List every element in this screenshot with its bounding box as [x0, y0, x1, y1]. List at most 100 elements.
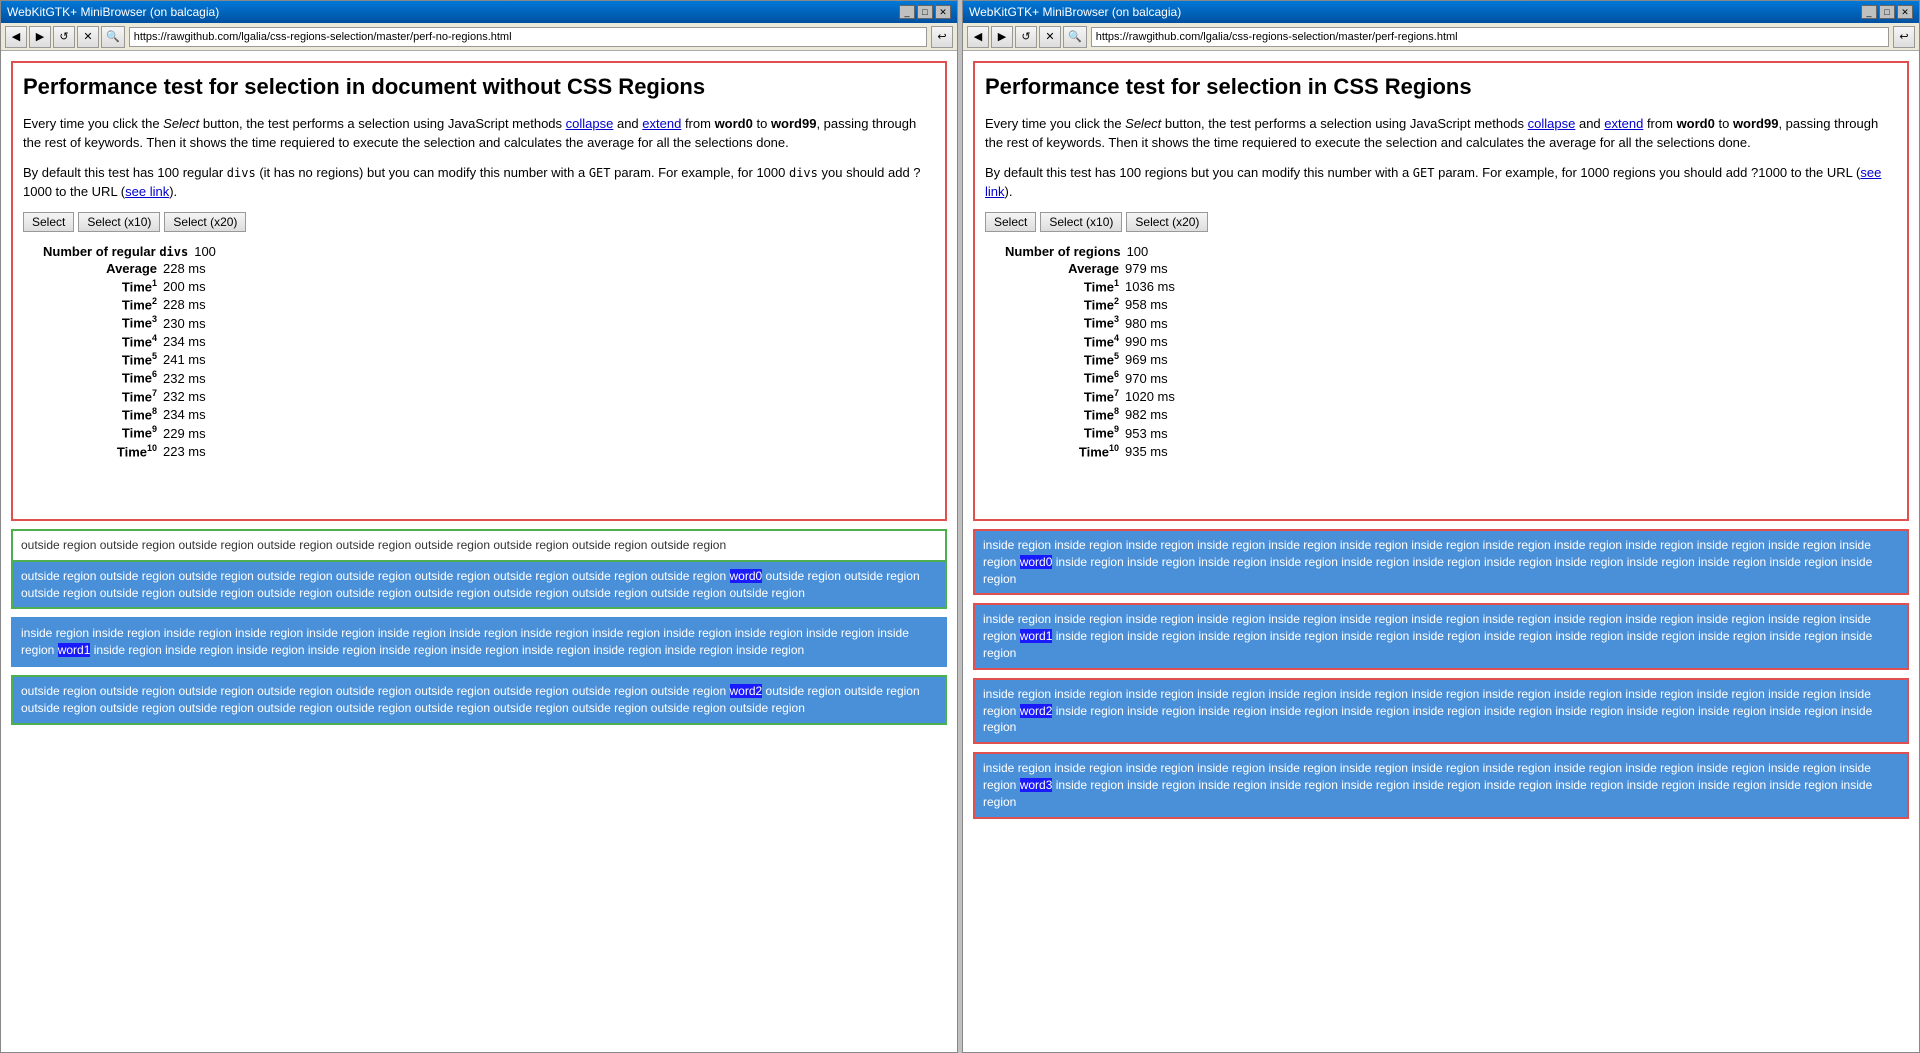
page-title-left: Performance test for selection in docume… [23, 73, 935, 102]
maximize-btn-right[interactable]: □ [1879, 5, 1895, 19]
time10-row-right: Time10 935 ms [1005, 443, 1897, 459]
average-value-left: 228 ms [163, 261, 206, 276]
select20-btn-right[interactable]: Select (x20) [1126, 212, 1208, 232]
select10-btn-right[interactable]: Select (x10) [1040, 212, 1122, 232]
region-0-right: inside region inside region inside regio… [973, 529, 1909, 595]
time8-value-right: 982 ms [1125, 407, 1168, 422]
page-desc2-right: By default this test has 100 regions but… [985, 163, 1897, 202]
time5-label-left: Time5 [43, 351, 163, 367]
page-outer-right: Performance test for selection in CSS Re… [973, 61, 1909, 521]
number-label-left: Number of regular divs [43, 244, 194, 259]
time6-label-right: Time6 [1005, 369, 1125, 385]
time9-label-right: Time9 [1005, 424, 1125, 440]
select-btn-right[interactable]: Select [985, 212, 1036, 232]
time3-value-right: 980 ms [1125, 316, 1168, 331]
stop-btn-right[interactable]: ✕ [1039, 26, 1061, 48]
reload-btn-left[interactable]: ↺ [53, 26, 75, 48]
time9-value-right: 953 ms [1125, 426, 1168, 441]
time7-row-left: Time7 232 ms [43, 388, 935, 404]
get-code-left: GET [589, 166, 611, 180]
number-value-left: 100 [194, 244, 216, 259]
region-3-right: inside region inside region inside regio… [973, 752, 1909, 818]
title-bar-left: WebKitGTK+ MiniBrowser (on balcagia) _ □… [1, 1, 957, 23]
region-2-right: inside region inside region inside regio… [973, 678, 1909, 744]
time4-value-left: 234 ms [163, 334, 206, 349]
address-bar-left[interactable] [129, 27, 927, 47]
back-btn-right[interactable]: ◀ [967, 26, 989, 48]
select-btn-left[interactable]: Select [23, 212, 74, 232]
time7-label-right: Time7 [1005, 388, 1125, 404]
select10-btn-left[interactable]: Select (x10) [78, 212, 160, 232]
maximize-btn-left[interactable]: □ [917, 5, 933, 19]
time4-label-left: Time4 [43, 333, 163, 349]
time1-value-left: 200 ms [163, 279, 206, 294]
search-btn-left[interactable]: 🔍 [101, 26, 125, 48]
page-desc1-right: Every time you click the Select button, … [985, 114, 1897, 153]
title-bar-right: WebKitGTK+ MiniBrowser (on balcagia) _ □… [963, 1, 1919, 23]
url-input-right[interactable] [1096, 31, 1884, 43]
collapse-link-right[interactable]: collapse [1528, 116, 1576, 131]
time2-row-right: Time2 958 ms [1005, 296, 1897, 312]
average-row-left: Average 228 ms [43, 261, 935, 276]
browser-content-left: Performance test for selection in docume… [1, 51, 957, 1052]
time1-label-left: Time1 [43, 278, 163, 294]
go-btn-right[interactable]: ↩ [1893, 26, 1915, 48]
time3-row-right: Time3 980 ms [1005, 314, 1897, 330]
stats-left: Number of regular divs 100 Average 228 m… [43, 244, 935, 459]
forward-btn-right[interactable]: ▶ [991, 26, 1013, 48]
word0-right: word0 [1677, 116, 1715, 131]
go-btn-left[interactable]: ↩ [931, 26, 953, 48]
collapse-link-left[interactable]: collapse [566, 116, 614, 131]
buttons-row-left: Select Select (x10) Select (x20) [23, 212, 935, 232]
forward-btn-left[interactable]: ▶ [29, 26, 51, 48]
time3-label-left: Time3 [43, 314, 163, 330]
time1-row-right: Time1 1036 ms [1005, 278, 1897, 294]
time2-label-right: Time2 [1005, 296, 1125, 312]
region-1-right: inside region inside region inside regio… [973, 603, 1909, 669]
time10-row-left: Time10 223 ms [43, 443, 935, 459]
see-link-left[interactable]: see link [125, 184, 169, 199]
time8-value-left: 234 ms [163, 407, 206, 422]
browser-window-left: WebKitGTK+ MiniBrowser (on balcagia) _ □… [0, 0, 958, 1053]
toolbar-left: ◀ ▶ ↺ ✕ 🔍 ↩ [1, 23, 957, 51]
time6-row-left: Time6 232 ms [43, 369, 935, 385]
word0-highlight-right: word0 [1020, 555, 1053, 569]
time9-row-right: Time9 953 ms [1005, 424, 1897, 440]
select20-btn-left[interactable]: Select (x20) [164, 212, 246, 232]
extend-link-right[interactable]: extend [1604, 116, 1643, 131]
page-desc1-left: Every time you click the Select button, … [23, 114, 935, 153]
time7-value-right: 1020 ms [1125, 389, 1175, 404]
close-btn-right[interactable]: ✕ [1897, 5, 1913, 19]
address-bar-right[interactable] [1091, 27, 1889, 47]
minimize-btn-right[interactable]: _ [1861, 5, 1877, 19]
divs2-code-left: divs [789, 166, 818, 180]
search-btn-right[interactable]: 🔍 [1063, 26, 1087, 48]
word0-left: word0 [715, 116, 753, 131]
window-controls-right: _ □ ✕ [1861, 5, 1913, 19]
time8-label-left: Time8 [43, 406, 163, 422]
word3-highlight-right: word3 [1020, 778, 1053, 792]
browser-window-right: WebKitGTK+ MiniBrowser (on balcagia) _ □… [962, 0, 1920, 1053]
buttons-row-right: Select Select (x10) Select (x20) [985, 212, 1897, 232]
time9-row-left: Time9 229 ms [43, 424, 935, 440]
stats-right: Number of regions 100 Average 979 ms Tim… [1005, 244, 1897, 459]
average-label-right: Average [1005, 261, 1125, 276]
time8-row-right: Time8 982 ms [1005, 406, 1897, 422]
minimize-btn-left[interactable]: _ [899, 5, 915, 19]
word1-highlight-right: word1 [1020, 629, 1053, 643]
back-btn-left[interactable]: ◀ [5, 26, 27, 48]
reload-btn-right[interactable]: ↺ [1015, 26, 1037, 48]
window-controls-left: _ □ ✕ [899, 5, 951, 19]
close-btn-left[interactable]: ✕ [935, 5, 951, 19]
time6-value-right: 970 ms [1125, 371, 1168, 386]
extend-link-left[interactable]: extend [642, 116, 681, 131]
title-left: WebKitGTK+ MiniBrowser (on balcagia) [7, 5, 219, 19]
word99-left: word99 [771, 116, 817, 131]
time2-value-left: 228 ms [163, 297, 206, 312]
time1-value-right: 1036 ms [1125, 279, 1175, 294]
region-outside-0-left: outside region outside region outside re… [11, 529, 947, 562]
url-input-left[interactable] [134, 31, 922, 43]
stop-btn-left[interactable]: ✕ [77, 26, 99, 48]
see-link-right[interactable]: see link [985, 165, 1881, 200]
number-value-right: 100 [1127, 244, 1149, 259]
